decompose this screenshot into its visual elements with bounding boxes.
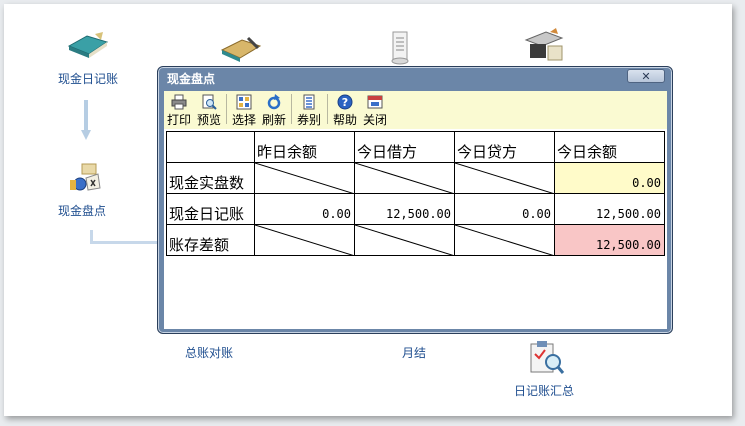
table-row: 现金日记账 0.00 12,500.00 0.00 12,500.00	[166, 193, 665, 225]
row-label: 现金实盘数	[166, 162, 255, 194]
flow-arrow-down	[81, 100, 91, 140]
diagonal-line	[255, 225, 355, 256]
disabled-cell	[254, 162, 355, 194]
desktop-icon-label: 现金日记账	[57, 72, 118, 86]
help-icon: ?	[337, 94, 353, 110]
disabled-cell	[454, 224, 555, 256]
close-window-button[interactable]: 关闭	[361, 93, 389, 127]
refresh-icon	[267, 94, 281, 110]
refresh-button[interactable]: 刷新	[260, 93, 288, 127]
table-cell: 12,500.00	[354, 193, 455, 225]
table-header-cell: 昨日余额	[254, 131, 355, 163]
diagonal-line	[255, 163, 355, 194]
diagonal-line	[455, 225, 555, 256]
denomination-button[interactable]: 券别	[295, 93, 323, 127]
table-cell: 0.00	[454, 193, 555, 225]
diagonal-line	[455, 163, 555, 194]
report-icon	[524, 28, 564, 61]
toolbar-separator	[291, 94, 292, 124]
help-button[interactable]: ? 帮助	[331, 93, 359, 127]
scroll-icon	[391, 31, 409, 65]
select-icon	[236, 94, 252, 110]
diagonal-line	[355, 225, 455, 256]
desktop-icon-journal-summary[interactable]: 日记账汇总	[504, 340, 584, 399]
toolbar-separator	[327, 94, 328, 124]
disabled-cell	[254, 224, 355, 256]
row-label: 账存差额	[166, 224, 255, 256]
desktop-icon-label: 日记账汇总	[513, 384, 574, 398]
desktop-icon-label: 月结	[401, 346, 426, 360]
table-row: 账存差额 12,500.00	[166, 224, 665, 256]
select-label: 选择	[231, 113, 256, 127]
table-header-cell: 今日余额	[554, 131, 665, 163]
close-window-icon	[367, 95, 383, 109]
print-button[interactable]: 打印	[165, 93, 193, 127]
dialog-toolbar: 打印 预览 选择 刷新 券别 ? 帮助 关闭	[164, 91, 667, 130]
flow-connector	[90, 230, 166, 244]
desktop-icon-cash-journal[interactable]: 现金日记账	[48, 28, 128, 87]
cash-actual-input-cell[interactable]: 0.00	[554, 162, 665, 194]
table-cell: 0.00	[254, 193, 355, 225]
table-header-cell: 今日借方	[354, 131, 455, 163]
dialog-titlebar[interactable]: 现金盘点 ✕	[158, 67, 672, 87]
table-row: 现金实盘数 0.00	[166, 162, 665, 194]
book-icon	[67, 32, 109, 58]
denomination-icon	[303, 94, 315, 110]
cash-count-table: 昨日余额 今日借方 今日贷方 今日余额 现金实盘数 0.00 现金日记账 0.0…	[166, 131, 665, 256]
close-window-label: 关闭	[362, 113, 387, 127]
row-label: 现金日记账	[166, 193, 255, 225]
select-button[interactable]: 选择	[230, 93, 258, 127]
cash-count-icon	[70, 163, 101, 191]
dialog-title: 现金盘点	[167, 72, 216, 86]
table-header-cell: 今日贷方	[454, 131, 555, 163]
desktop-icon-month-close[interactable]: 月结	[394, 344, 434, 361]
preview-label: 预览	[196, 113, 221, 127]
preview-icon	[202, 94, 217, 110]
disabled-cell	[454, 162, 555, 194]
ledger-icon	[220, 36, 262, 62]
desktop-icon-ledger-reconcile[interactable]: 总账对账	[174, 344, 244, 361]
print-label: 打印	[166, 113, 191, 127]
cash-count-dialog: 现金盘点 ✕ 打印 预览 选择 刷新 券别 ? 帮助 关闭 昨日余额 今日借方 …	[157, 66, 673, 334]
toolbar-separator	[226, 94, 227, 124]
dialog-close-button[interactable]: ✕	[627, 69, 665, 83]
difference-cell: 12,500.00	[554, 224, 665, 256]
printer-icon	[171, 94, 187, 110]
table-cell: 12,500.00	[554, 193, 665, 225]
refresh-label: 刷新	[261, 113, 286, 127]
disabled-cell	[354, 224, 455, 256]
diagonal-line	[355, 163, 455, 194]
preview-button[interactable]: 预览	[195, 93, 223, 127]
denomination-label: 券别	[296, 113, 321, 127]
desktop-icon-label: 总账对账	[184, 346, 233, 360]
table-header-row: 昨日余额 今日借方 今日贷方 今日余额	[166, 131, 665, 163]
desktop-icon-cash-count[interactable]: 现金盘点	[42, 162, 122, 219]
dialog-content: 昨日余额 今日借方 今日贷方 今日余额 现金实盘数 0.00 现金日记账 0.0…	[164, 129, 667, 329]
table-header-cell	[166, 131, 255, 163]
disabled-cell	[354, 162, 455, 194]
desktop-icon-label: 现金盘点	[57, 204, 106, 218]
help-label: 帮助	[332, 113, 357, 127]
clipboard-magnifier-icon	[530, 341, 565, 374]
svg-text:?: ?	[342, 96, 348, 109]
desktop-background: 现金日记账 现金盘点 总账对账 月结 日记账汇总 现金盘点 ✕ 打印 预览 选择…	[0, 0, 745, 426]
